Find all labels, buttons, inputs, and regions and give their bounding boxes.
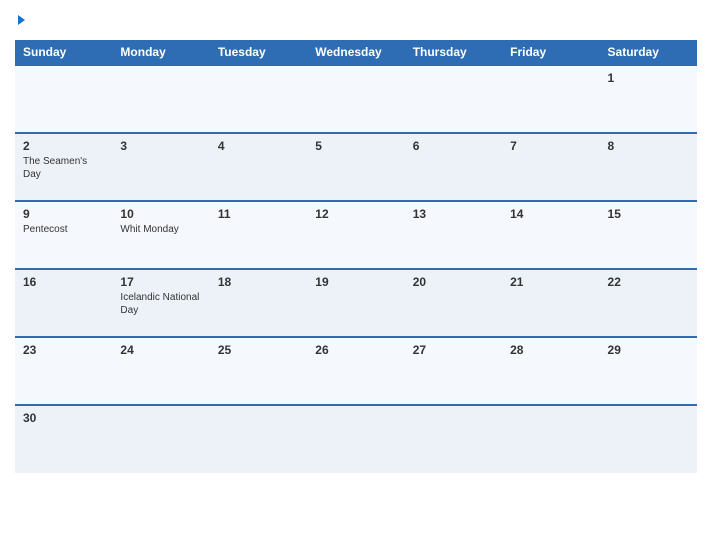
weekday-header-monday: Monday <box>112 40 209 65</box>
day-number: 25 <box>218 343 299 357</box>
holiday-text: Icelandic National Day <box>120 291 201 317</box>
day-number: 4 <box>218 139 299 153</box>
week-row-4: 16 17 Icelandic National Day 18 19 20 21 22 <box>15 269 697 337</box>
calendar-cell <box>112 405 209 473</box>
day-number: 24 <box>120 343 201 357</box>
weekday-header-saturday: Saturday <box>600 40 697 65</box>
calendar-cell: 21 <box>502 269 599 337</box>
day-number: 9 <box>23 207 104 221</box>
calendar-cell: 18 <box>210 269 307 337</box>
calendar-cell: 15 <box>600 201 697 269</box>
calendar-cell: 24 <box>112 337 209 405</box>
day-number: 28 <box>510 343 591 357</box>
holiday-text: Pentecost <box>23 223 104 236</box>
calendar-cell <box>15 65 112 133</box>
logo <box>15 15 25 25</box>
calendar-cell <box>405 65 502 133</box>
calendar-cell <box>502 65 599 133</box>
day-number: 23 <box>23 343 104 357</box>
calendar-cell: 2 The Seamen's Day <box>15 133 112 201</box>
calendar-cell: 13 <box>405 201 502 269</box>
day-number: 19 <box>315 275 396 289</box>
calendar-cell: 28 <box>502 337 599 405</box>
day-number: 3 <box>120 139 201 153</box>
calendar-cell <box>307 65 404 133</box>
calendar-cell <box>405 405 502 473</box>
day-number: 17 <box>120 275 201 289</box>
day-number: 15 <box>608 207 689 221</box>
day-number: 5 <box>315 139 396 153</box>
logo-triangle-icon <box>18 15 25 25</box>
week-row-3: 9 Pentecost 10 Whit Monday 11 12 13 14 15 <box>15 201 697 269</box>
day-number: 2 <box>23 139 104 153</box>
calendar-cell: 11 <box>210 201 307 269</box>
day-number: 11 <box>218 207 299 221</box>
calendar-cell: 4 <box>210 133 307 201</box>
weekday-header-sunday: Sunday <box>15 40 112 65</box>
day-number: 27 <box>413 343 494 357</box>
calendar-cell: 30 <box>15 405 112 473</box>
day-number: 18 <box>218 275 299 289</box>
calendar-cell: 7 <box>502 133 599 201</box>
weekday-header-friday: Friday <box>502 40 599 65</box>
calendar-cell: 8 <box>600 133 697 201</box>
calendar-cell: 3 <box>112 133 209 201</box>
holiday-text: Whit Monday <box>120 223 201 236</box>
weekday-header-wednesday: Wednesday <box>307 40 404 65</box>
calendar-cell <box>112 65 209 133</box>
calendar-cell: 19 <box>307 269 404 337</box>
calendar-cell: 14 <box>502 201 599 269</box>
day-number: 20 <box>413 275 494 289</box>
week-row-2: 2 The Seamen's Day 3 4 5 6 7 8 <box>15 133 697 201</box>
day-number: 13 <box>413 207 494 221</box>
calendar-cell: 20 <box>405 269 502 337</box>
day-number: 14 <box>510 207 591 221</box>
week-row-5: 23 24 25 26 27 28 29 <box>15 337 697 405</box>
day-number: 26 <box>315 343 396 357</box>
day-number: 6 <box>413 139 494 153</box>
weekday-header-row: SundayMondayTuesdayWednesdayThursdayFrid… <box>15 40 697 65</box>
calendar-cell: 23 <box>15 337 112 405</box>
calendar-cell: 9 Pentecost <box>15 201 112 269</box>
calendar-cell: 10 Whit Monday <box>112 201 209 269</box>
calendar-cell: 1 <box>600 65 697 133</box>
day-number: 29 <box>608 343 689 357</box>
day-number: 16 <box>23 275 104 289</box>
calendar-cell <box>210 405 307 473</box>
calendar-cell: 12 <box>307 201 404 269</box>
calendar-cell: 27 <box>405 337 502 405</box>
week-row-6: 30 <box>15 405 697 473</box>
calendar-cell <box>210 65 307 133</box>
day-number: 10 <box>120 207 201 221</box>
day-number: 7 <box>510 139 591 153</box>
calendar-cell: 26 <box>307 337 404 405</box>
calendar-cell <box>600 405 697 473</box>
day-number: 1 <box>608 71 689 85</box>
calendar-cell: 6 <box>405 133 502 201</box>
day-number: 12 <box>315 207 396 221</box>
weekday-header-tuesday: Tuesday <box>210 40 307 65</box>
day-number: 30 <box>23 411 104 425</box>
weekday-header-thursday: Thursday <box>405 40 502 65</box>
calendar-cell: 5 <box>307 133 404 201</box>
week-row-1: 1 <box>15 65 697 133</box>
calendar-header <box>15 10 697 30</box>
calendar-cell: 17 Icelandic National Day <box>112 269 209 337</box>
day-number: 8 <box>608 139 689 153</box>
calendar-cell <box>502 405 599 473</box>
holiday-text: The Seamen's Day <box>23 155 104 181</box>
calendar-cell: 16 <box>15 269 112 337</box>
calendar-table: SundayMondayTuesdayWednesdayThursdayFrid… <box>15 40 697 473</box>
calendar-cell: 25 <box>210 337 307 405</box>
calendar-cell: 29 <box>600 337 697 405</box>
calendar-cell: 22 <box>600 269 697 337</box>
calendar-cell <box>307 405 404 473</box>
day-number: 21 <box>510 275 591 289</box>
day-number: 22 <box>608 275 689 289</box>
